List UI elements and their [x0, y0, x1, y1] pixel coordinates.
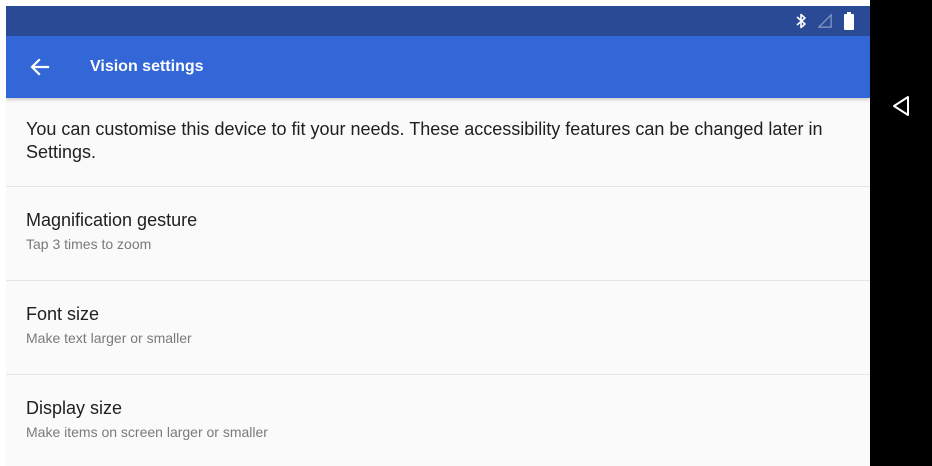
setting-item-summary: Make text larger or smaller: [26, 330, 192, 346]
setting-item-magnification-gesture[interactable]: Magnification gesture Tap 3 times to zoo…: [6, 187, 870, 281]
back-button[interactable]: [12, 39, 68, 95]
status-bar: [6, 6, 870, 36]
setting-item-summary: Tap 3 times to zoom: [26, 236, 152, 252]
setting-item-display-size[interactable]: Display size Make items on screen larger…: [6, 375, 870, 466]
setting-item-summary: Make items on screen larger or smaller: [26, 424, 268, 440]
settings-content: You can customise this device to fit you…: [6, 98, 870, 466]
nav-back-button[interactable]: [888, 93, 914, 119]
page-title: Vision settings: [90, 58, 204, 75]
screen: Vision settings You can customise this d…: [0, 0, 932, 466]
setting-item-title: Font size: [26, 304, 100, 324]
setting-item-font-size[interactable]: Font size Make text larger or smaller: [6, 281, 870, 375]
intro-text: You can customise this device to fit you…: [6, 98, 870, 187]
app-window: Vision settings You can customise this d…: [6, 6, 870, 466]
signal-icon: [818, 12, 832, 30]
app-bar: Vision settings: [6, 36, 870, 98]
battery-icon: [842, 12, 856, 30]
setting-item-title: Display size: [26, 398, 123, 418]
arrow-left-icon: [30, 58, 50, 76]
navigation-bar: [870, 0, 932, 466]
triangle-back-icon: [893, 96, 909, 116]
bluetooth-icon: [794, 12, 808, 30]
setting-item-title: Magnification gesture: [26, 210, 198, 230]
